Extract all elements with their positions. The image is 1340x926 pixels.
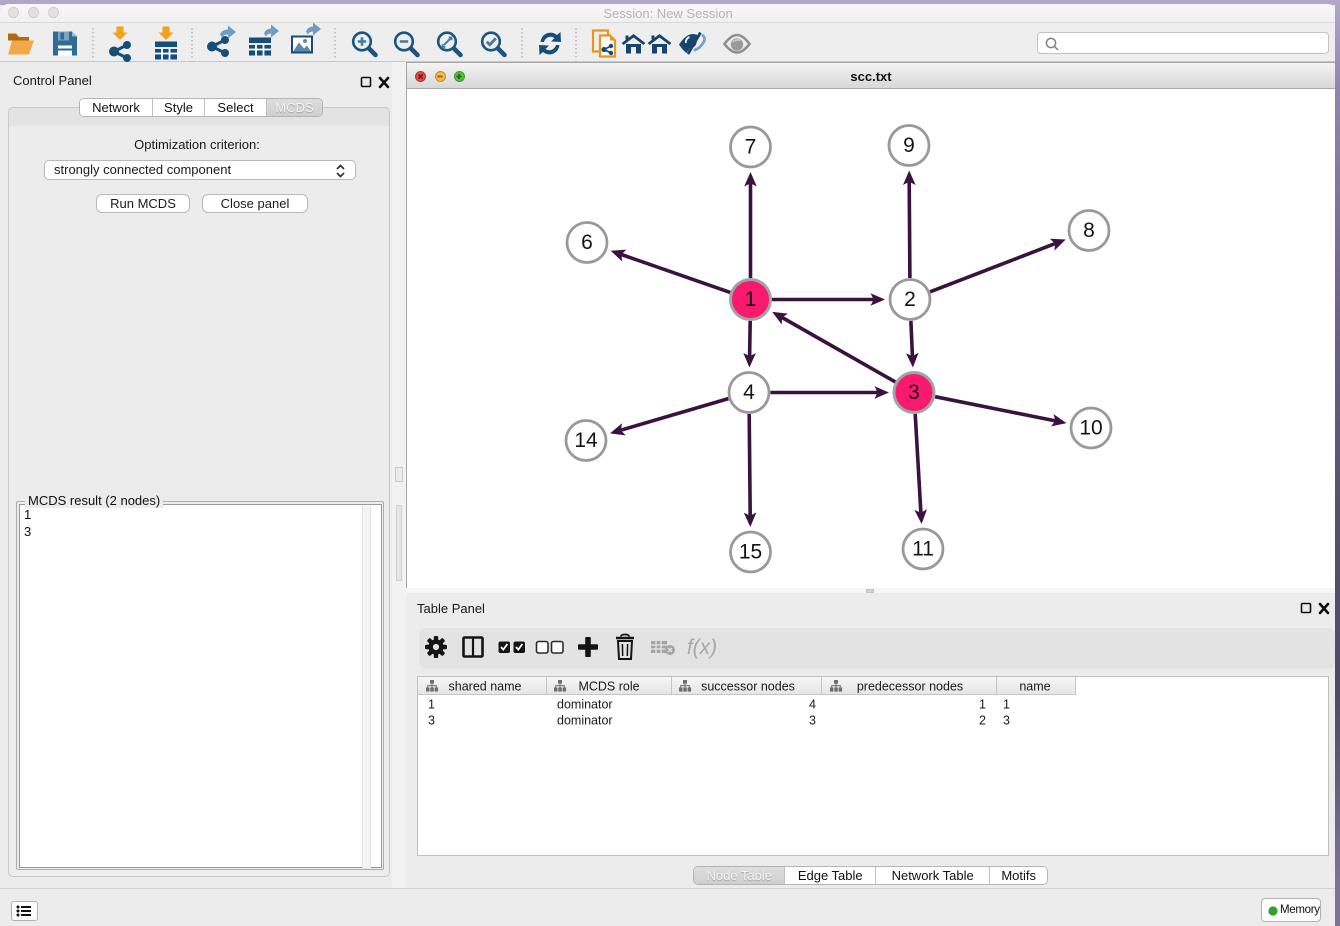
svg-text:11: 11	[912, 538, 934, 561]
svg-text:shared name: shared name	[449, 680, 522, 694]
svg-text:1: 1	[979, 698, 986, 712]
svg-text:MCDS role: MCDS role	[578, 680, 639, 694]
svg-text:3: 3	[908, 381, 920, 404]
svg-text:4: 4	[743, 381, 755, 404]
svg-text:3: 3	[809, 714, 816, 728]
svg-text:3: 3	[1003, 714, 1010, 728]
svg-text:2: 2	[904, 288, 916, 311]
svg-text:dominator: dominator	[557, 698, 613, 712]
svg-text:15: 15	[739, 541, 762, 564]
svg-text:3: 3	[428, 714, 435, 728]
svg-text:1: 1	[1003, 698, 1010, 712]
svg-text:predecessor nodes: predecessor nodes	[857, 680, 963, 694]
svg-text:14: 14	[574, 429, 598, 452]
svg-text:2: 2	[979, 714, 986, 728]
svg-text:1: 1	[428, 698, 435, 712]
svg-text:8: 8	[1083, 219, 1095, 242]
svg-text:4: 4	[809, 698, 816, 712]
svg-text:10: 10	[1079, 417, 1102, 440]
svg-text:name: name	[1019, 680, 1050, 694]
svg-text:6: 6	[581, 231, 593, 254]
svg-text:7: 7	[745, 136, 757, 159]
svg-text:dominator: dominator	[557, 714, 613, 728]
svg-text:successor nodes: successor nodes	[701, 680, 795, 694]
svg-text:9: 9	[903, 134, 915, 157]
svg-text:1: 1	[745, 288, 757, 311]
svg-text:f(x): f(x)	[687, 636, 717, 659]
